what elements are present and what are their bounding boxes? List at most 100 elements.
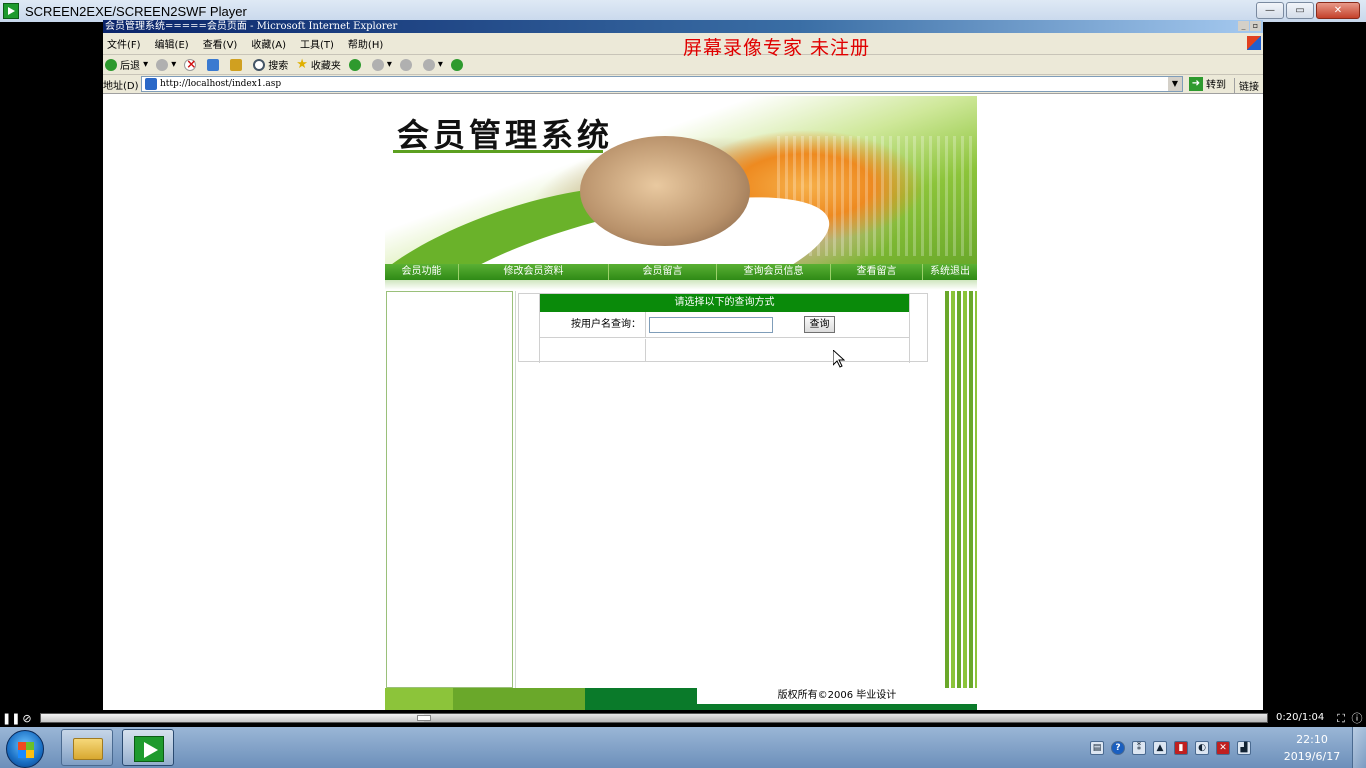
player-title: SCREEN2EXE/SCREEN2SWF Player (25, 3, 247, 19)
recorder-watermark: 屏幕录像专家 未注册 (683, 37, 871, 59)
menu-file[interactable]: 文件(F) (107, 36, 141, 51)
seek-progress (41, 714, 425, 722)
decorative-bars (945, 291, 977, 688)
back-button[interactable]: 后退 ▾ (105, 57, 148, 72)
web-page: 会员管理系统 会员功能 修改会员资料 会员留言 查询会员信息 查看留言 系统退出… (385, 96, 977, 710)
menu-help[interactable]: 帮助(H) (348, 36, 383, 51)
player-app-icon (134, 736, 164, 762)
username-input[interactable] (649, 317, 773, 333)
playback-time: 0:20/1:04 (1276, 712, 1325, 723)
nav-member-messages[interactable]: 会员留言 (609, 264, 717, 280)
ie-title: 会员管理系统=====会员页面 - Microsoft Internet Exp… (105, 21, 398, 32)
system-tray: ▤ ? ⁑ ▲ ▮ ◐ ✕ ▟ (1090, 727, 1251, 768)
taskbar: ▤ ? ⁑ ▲ ▮ ◐ ✕ ▟ 22:10 2019/6/17 (0, 727, 1366, 768)
address-label: 地址(D) (103, 80, 139, 92)
security-icon[interactable]: ▮ (1174, 740, 1188, 755)
player-title-bar: SCREEN2EXE/SCREEN2SWF Player — ▭ ✕ (0, 0, 1366, 22)
clock-time: 22:10 (1296, 733, 1328, 746)
address-url: http://localhost/index1.asp (160, 79, 282, 89)
query-row: 按用户名查询： 查询 (540, 312, 909, 338)
menu-edit[interactable]: 编辑(E) (155, 36, 189, 51)
address-dropdown-icon[interactable]: ▼ (1168, 77, 1182, 91)
query-button[interactable]: 查询 (804, 316, 835, 333)
stop-icon (184, 57, 196, 71)
ie-title-bar: 会员管理系统=====会员页面 - Microsoft Internet Exp… (103, 20, 1263, 33)
nav-edit-profile[interactable]: 修改会员资料 (459, 264, 609, 280)
nav-view-messages[interactable]: 查看留言 (831, 264, 923, 280)
query-header: 请选择以下的查询方式 (540, 294, 909, 312)
ie-window: 会员管理系统=====会员页面 - Microsoft Internet Exp… (103, 20, 1263, 710)
print-icon (399, 58, 412, 71)
system-clock[interactable]: 22:10 2019/6/17 (1282, 731, 1342, 765)
signal-icon[interactable]: ▟ (1237, 740, 1251, 755)
menu-tools[interactable]: 工具(T) (300, 36, 334, 51)
edit-button[interactable]: ▾ (422, 58, 443, 71)
search-button[interactable]: 搜索 (253, 57, 288, 72)
favorites-label: 收藏夹 (310, 61, 341, 72)
show-hidden-icons[interactable]: ▲ (1153, 740, 1167, 755)
ie-minimize-button[interactable]: _ (1238, 21, 1249, 31)
taskbar-explorer[interactable] (61, 729, 113, 766)
back-arrow-icon (105, 58, 117, 71)
address-input[interactable]: http://localhost/index1.asp ▼ (141, 76, 1183, 92)
home-button[interactable] (230, 58, 245, 71)
refresh-button[interactable] (207, 58, 222, 71)
go-arrow-icon: ➜ (1189, 76, 1203, 91)
start-button[interactable] (6, 730, 44, 768)
seek-thumb[interactable] (417, 715, 432, 721)
star-icon: ★ (296, 57, 308, 72)
pause-icon[interactable]: ❚❚ (2, 712, 20, 725)
copyright-text: 版权所有©2006 毕业设计 (697, 688, 977, 704)
links-button[interactable]: 链接 (1234, 78, 1259, 93)
mail-icon (371, 58, 384, 71)
page-icon (145, 78, 157, 90)
ie-restore-button[interactable]: ▫ (1250, 21, 1261, 31)
go-label: 转到 (1206, 80, 1226, 91)
show-desktop-button[interactable] (1352, 727, 1366, 768)
address-bar: 地址(D) http://localhost/index1.asp ▼ ➜ 转到 … (103, 75, 1263, 94)
back-label: 后退 (120, 61, 140, 72)
seek-bar[interactable] (40, 713, 1268, 723)
site-nav: 会员功能 修改会员资料 会员留言 查询会员信息 查看留言 系统退出 (385, 264, 977, 280)
folder-icon (73, 738, 103, 760)
taskbar-player[interactable] (122, 729, 174, 766)
history-icon (348, 58, 361, 71)
clock-date: 2019/6/17 (1283, 750, 1341, 763)
menu-view[interactable]: 查看(V) (203, 36, 238, 51)
site-banner: 会员管理系统 (385, 96, 977, 264)
favorites-button[interactable]: ★ 收藏夹 (296, 57, 341, 72)
messenger-icon (450, 58, 463, 71)
keyboard-icon[interactable]: ▤ (1090, 740, 1104, 755)
network-warning-icon[interactable]: ✕ (1216, 740, 1230, 755)
player-controls: ❚❚ ⊘ 0:20/1:04 ⛶ ⓘ (0, 710, 1366, 727)
print-button[interactable] (399, 58, 415, 71)
site-footer: 版权所有©2006 毕业设计 (385, 688, 977, 710)
menu-favorites[interactable]: 收藏(A) (251, 36, 286, 51)
query-form: 请选择以下的查询方式 按用户名查询： 查询 (518, 293, 928, 363)
help-icon[interactable]: ? (1111, 740, 1125, 755)
search-icon (253, 58, 266, 71)
minimize-button[interactable]: — (1256, 2, 1284, 19)
maximize-button[interactable]: ▭ (1286, 2, 1314, 19)
refresh-icon (207, 58, 220, 71)
main-content: 请选择以下的查询方式 按用户名查询： 查询 (515, 291, 943, 688)
left-sidebar (386, 291, 513, 688)
nav-query-members[interactable]: 查询会员信息 (717, 264, 831, 280)
go-button[interactable]: ➜ 转到 (1189, 76, 1226, 91)
forward-button[interactable]: ▾ (156, 58, 176, 71)
home-icon (230, 58, 243, 71)
info-icon[interactable]: ⓘ (1350, 712, 1364, 725)
stop-playback-icon[interactable]: ⊘ (20, 712, 34, 725)
fullscreen-icon[interactable]: ⛶ (1334, 712, 1348, 725)
messenger-button[interactable] (450, 58, 466, 71)
mail-button[interactable]: ▾ (371, 58, 392, 71)
ie-menubar: 文件(F) 编辑(E) 查看(V) 收藏(A) 工具(T) 帮助(H) 屏幕录像… (103, 33, 1263, 59)
history-button[interactable] (348, 58, 364, 71)
volume-muted-icon[interactable]: ◐ (1195, 740, 1209, 755)
stop-button[interactable] (184, 57, 199, 71)
nav-member-functions[interactable]: 会员功能 (385, 264, 459, 280)
close-button[interactable]: ✕ (1316, 2, 1360, 19)
ime-icon[interactable]: ⁑ (1132, 740, 1146, 755)
nav-logout[interactable]: 系统退出 (923, 264, 977, 280)
windows-flag-icon (1247, 36, 1261, 50)
